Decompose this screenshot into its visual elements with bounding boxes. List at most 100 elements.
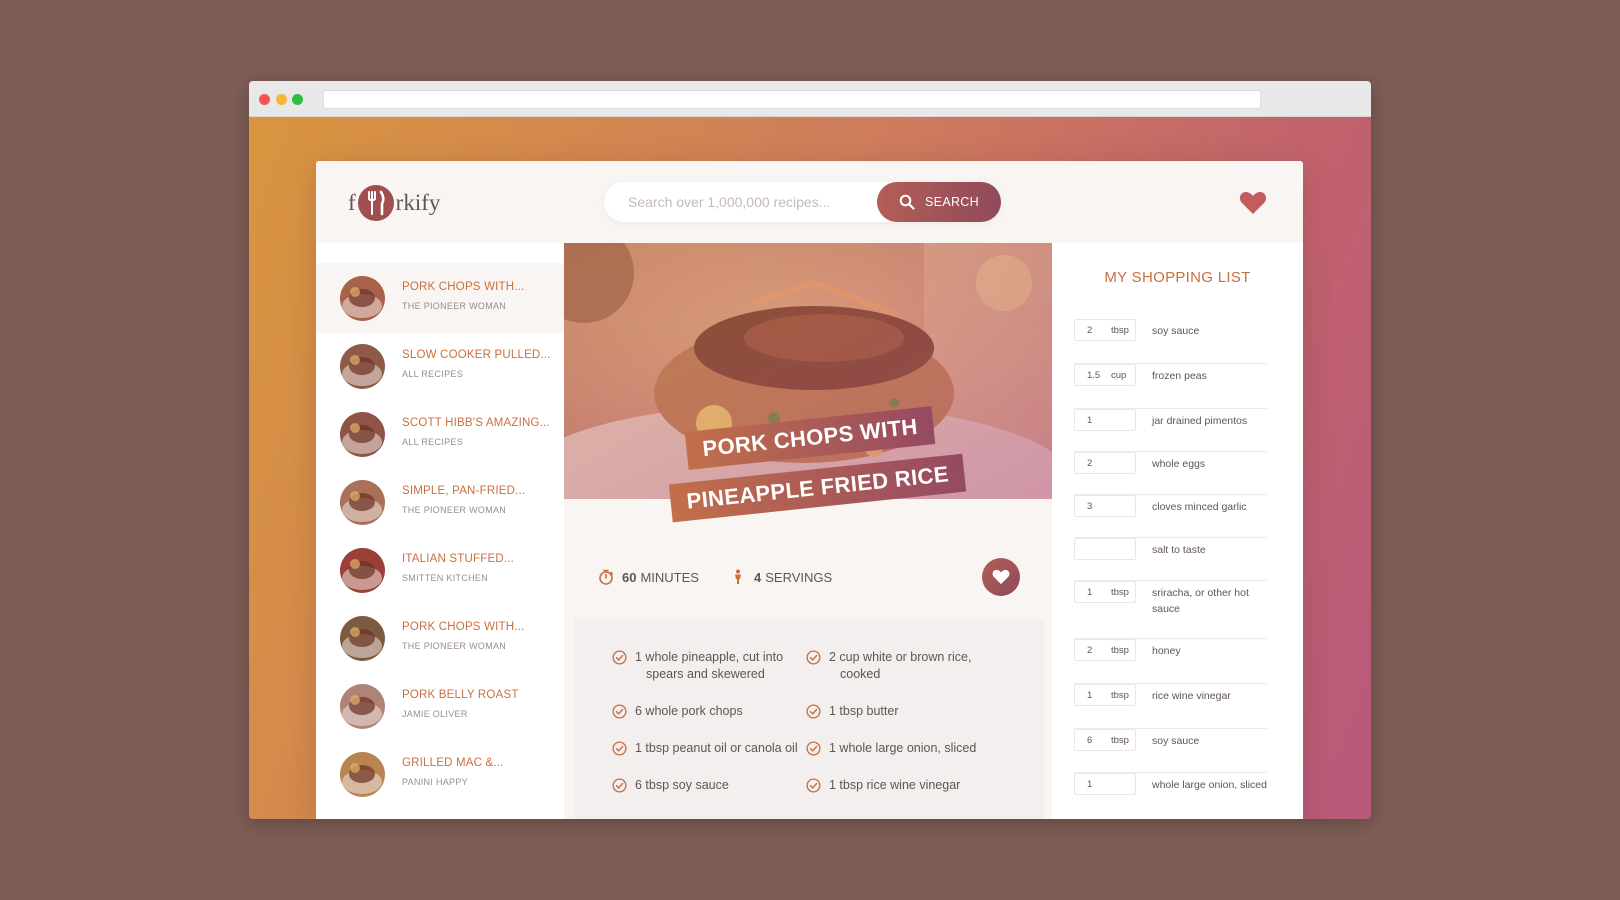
shopping-description: rice wine vinegar xyxy=(1152,690,1231,702)
shopping-item: 6 tbsp soy sauce xyxy=(1074,729,1267,773)
browser-chrome xyxy=(249,81,1371,117)
shopping-list-title: MY SHOPPING LIST xyxy=(1104,269,1251,286)
cooking-time: 60 MINUTES xyxy=(598,569,699,585)
shopping-description: cloves minced garlic xyxy=(1152,501,1247,513)
shopping-quantity-field[interactable] xyxy=(1074,538,1136,560)
ingredient-text: 6 whole pork chops xyxy=(635,704,743,718)
shopping-item: salt to taste xyxy=(1074,538,1267,581)
ingredient-list: 1 whole pineapple, cut into spears and sk… xyxy=(574,619,1044,819)
result-thumbnail xyxy=(340,479,385,525)
ingredient-text: 1 tbsp peanut oil or canola oil xyxy=(635,741,798,755)
ingredient-text: 1 whole pineapple, cut into xyxy=(635,650,784,664)
search-input[interactable] xyxy=(628,194,858,210)
minimize-window-button[interactable] xyxy=(276,94,287,105)
shopping-quantity: 2 xyxy=(1087,644,1093,656)
ingredient-text: 6 tbsp soy sauce xyxy=(635,778,729,792)
result-thumbnail xyxy=(340,683,385,729)
result-publisher: PANINI HAPPY xyxy=(402,777,468,787)
result-title: SCOTT HIBB'S AMAZING... xyxy=(402,417,550,429)
result-item[interactable]: PORK CHOPS WITH... THE PIONEER WOMAN xyxy=(316,603,564,673)
result-publisher: SMITTEN KITCHEN xyxy=(402,573,489,583)
recipe-photo xyxy=(564,243,1052,499)
ingredient-text: 1 whole large onion, sliced xyxy=(829,741,977,755)
shopping-quantity: 2 xyxy=(1087,457,1093,469)
maximize-window-button[interactable] xyxy=(292,94,303,105)
shopping-unit: tbsp xyxy=(1111,644,1129,656)
result-thumbnail xyxy=(340,343,385,389)
shopping-description: sriracha, or other hot sauce xyxy=(1152,587,1249,615)
result-thumbnail xyxy=(340,615,385,661)
shopping-quantity: 1 xyxy=(1087,778,1093,790)
shopping-item: 1 tbsp rice wine vinegar xyxy=(1074,684,1267,729)
shopping-quantity-field[interactable]: 1 xyxy=(1074,773,1136,795)
result-item[interactable]: PORK BELLY ROAST JAMIE OLIVER xyxy=(316,671,564,741)
ingredient-text-continued: spears and skewered xyxy=(646,667,765,681)
shopping-description: salt to taste xyxy=(1152,544,1206,556)
close-window-button[interactable] xyxy=(259,94,270,105)
search-button[interactable]: SEARCH xyxy=(877,182,1001,222)
shopping-quantity: 1 xyxy=(1087,689,1093,701)
shopping-quantity-field[interactable]: 6 tbsp xyxy=(1074,729,1136,751)
shopping-unit: tbsp xyxy=(1111,734,1129,746)
ingredient-item: 1 whole large onion, sliced xyxy=(806,740,999,757)
result-title: PORK CHOPS WITH... xyxy=(402,621,525,633)
ingredient-item: 6 tbsp soy sauce xyxy=(612,777,805,794)
result-item[interactable]: SIMPLE, PAN-FRIED... THE PIONEER WOMAN xyxy=(316,467,564,537)
page-viewport: f rkify Search over 1,000,000 recipes...… xyxy=(249,117,1371,819)
ingredient-item: 1 tbsp butter xyxy=(806,703,999,720)
ingredient-item: 1 whole pineapple, cut into spears and sk… xyxy=(612,649,805,683)
shopping-item: 1 whole large onion, sliced xyxy=(1074,773,1267,819)
result-item[interactable]: PORK CHOPS WITH... THE PIONEER WOMAN xyxy=(316,263,564,333)
shopping-quantity: 6 xyxy=(1087,734,1093,746)
shopping-quantity-field[interactable]: 2 tbsp xyxy=(1074,639,1136,661)
minutes-label: MINUTES xyxy=(640,569,699,585)
shopping-quantity: 1 xyxy=(1087,414,1093,426)
shopping-description: frozen peas xyxy=(1152,370,1207,382)
search-form: SEARCH xyxy=(604,182,1001,222)
result-item[interactable]: GRILLED MAC &... PANINI HAPPY xyxy=(316,739,564,809)
shopping-unit: tbsp xyxy=(1111,324,1129,336)
shopping-quantity: 2 xyxy=(1087,324,1093,336)
shopping-quantity-field[interactable]: 1 tbsp xyxy=(1074,684,1136,706)
result-publisher: THE PIONEER WOMAN xyxy=(402,641,507,651)
result-item[interactable]: ITALIAN STUFFED... SMITTEN KITCHEN xyxy=(316,535,564,605)
result-thumbnail xyxy=(340,547,385,593)
check-circle-icon xyxy=(612,704,627,719)
search-button-label: SEARCH xyxy=(925,195,979,209)
result-publisher: JAMIE OLIVER xyxy=(402,709,468,719)
check-circle-icon xyxy=(806,650,821,665)
stopwatch-icon xyxy=(599,569,614,585)
minutes-value: 60 xyxy=(622,569,637,585)
shopping-description: whole eggs xyxy=(1152,458,1206,470)
result-item[interactable]: SLOW COOKER PULLED... ALL RECIPES xyxy=(316,331,564,401)
address-bar[interactable] xyxy=(323,90,1261,109)
ingredient-text: 2 cup white or brown rice, xyxy=(829,650,972,664)
shopping-quantity-field[interactable]: 1 tbsp xyxy=(1074,581,1136,603)
servings-value: 4 xyxy=(754,569,762,585)
ingredient-item: 1 tbsp rice wine vinegar xyxy=(806,777,999,794)
ingredient-item: 2 cup white or brown rice, cooked xyxy=(806,649,999,683)
shopping-quantity-field[interactable]: 2 xyxy=(1074,452,1136,474)
recipe-panel: PORK CHOPS WITH PINEAPPLE FRIED RICE 60 … xyxy=(564,243,1052,819)
result-publisher: THE PIONEER WOMAN xyxy=(402,505,507,515)
like-recipe-button[interactable] xyxy=(982,558,1020,596)
shopping-quantity-field[interactable]: 2 tbsp xyxy=(1074,319,1136,341)
likes-heart-icon[interactable] xyxy=(1239,191,1267,215)
result-publisher: THE PIONEER WOMAN xyxy=(402,301,507,311)
result-title: PORK BELLY ROAST xyxy=(402,689,519,701)
result-thumbnail xyxy=(340,275,385,321)
shopping-item: 1.5 cup frozen peas xyxy=(1074,364,1267,409)
forkify-app: f rkify Search over 1,000,000 recipes...… xyxy=(316,161,1303,819)
check-circle-icon xyxy=(806,778,821,793)
shopping-description: whole large onion, sliced xyxy=(1152,779,1267,791)
result-thumbnail xyxy=(340,751,385,797)
shopping-quantity: 3 xyxy=(1087,500,1093,512)
shopping-quantity-field[interactable]: 1 xyxy=(1074,409,1136,431)
check-circle-icon xyxy=(612,741,627,756)
shopping-unit: cup xyxy=(1111,369,1127,381)
logo[interactable]: f rkify xyxy=(348,183,440,223)
photo-gradient-overlay xyxy=(564,243,1052,499)
shopping-quantity-field[interactable]: 1.5 cup xyxy=(1074,364,1136,386)
result-item[interactable]: SCOTT HIBB'S AMAZING... ALL RECIPES xyxy=(316,399,564,469)
shopping-quantity-field[interactable]: 3 xyxy=(1074,495,1136,517)
